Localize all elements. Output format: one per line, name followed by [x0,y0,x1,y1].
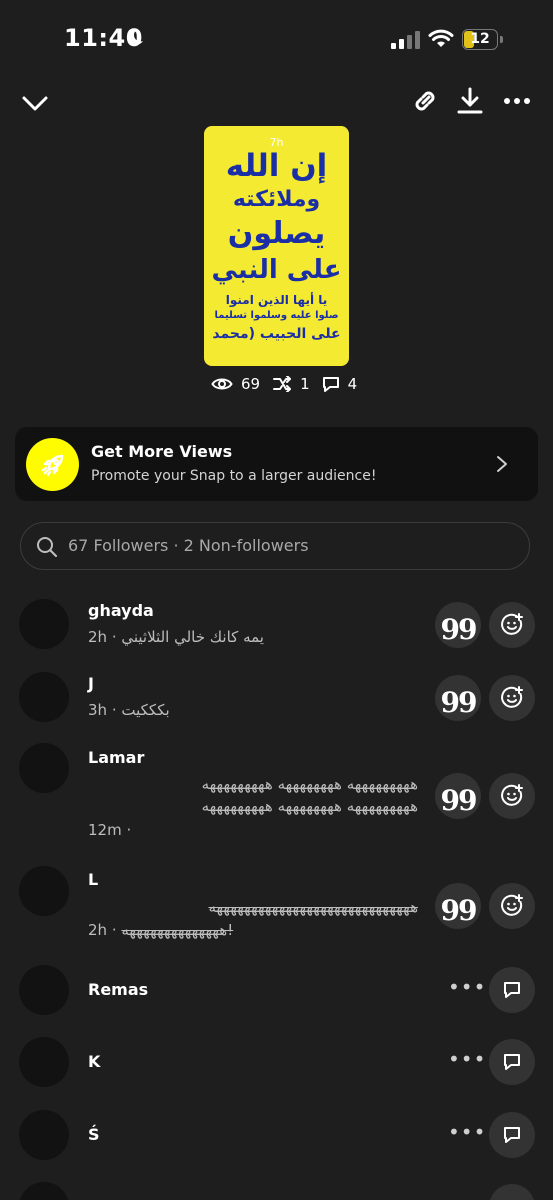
avatar[interactable] [19,965,69,1015]
search-icon [37,537,58,558]
more-options-icon[interactable]: ••• [448,1047,486,1071]
reply-time: 3h [88,701,108,719]
battery-level: 12 [470,31,490,47]
avatar[interactable] [19,599,69,649]
quote-reply-button[interactable]: 99 [435,773,481,819]
link-icon[interactable] [410,86,440,116]
avatar[interactable] [19,1110,69,1160]
chat-icon [322,377,339,392]
reply-time: 12m [88,821,122,839]
share-arrows-icon [273,376,292,392]
reply-time: 2h [88,628,108,646]
chevron-right-icon [497,456,507,472]
story-image-line: وملائكته [232,187,321,212]
viewer-name: Lamar [88,748,145,767]
quote-icon: 99 [440,686,478,719]
viewer-name: Remas [88,980,149,999]
smiley-plus-icon [501,894,523,916]
avatar[interactable] [19,672,69,722]
signal-icon [391,31,420,49]
story-age: 7h [269,136,284,149]
story-image-line: صلوا عليه وسلموا تسليما [214,310,339,321]
chat-button[interactable] [489,967,535,1013]
smiley-plus-icon [501,784,523,806]
viewer-name: ghayda [88,601,154,620]
more-options-icon[interactable] [503,96,531,106]
status-bar: 11:40 12 [0,0,553,80]
viewer-row[interactable]: K ••• [0,1037,553,1087]
wifi-icon [428,29,454,47]
viewer-reply: 3h · بكككيت [88,701,170,719]
quote-reply-button[interactable]: 99 [435,675,481,721]
reply-message: هههههههههه ههههههههه هههههههههه [201,775,418,793]
viewer-reply: 2h · !ههههههههههههههه [88,921,234,939]
story-image-line: إن الله [225,148,328,184]
viewer-row[interactable]: Lamar هههههههههه ههههههههه هههههههههه هه… [0,743,553,843]
viewer-row[interactable]: Remas ••• [0,965,553,1015]
quote-icon: 99 [440,784,478,817]
more-options-icon[interactable]: ••• [448,975,486,999]
promo-subtitle: Promote your Snap to a larger audience! [91,468,377,484]
story-image-line: يصلون [227,216,326,251]
search-label: 67 Followers · 2 Non-followers [68,536,309,555]
viewer-row[interactable]: J 3h · بكككيت 99 [0,668,553,728]
chat-icon [504,1127,520,1143]
smiley-plus-icon [501,686,523,708]
avatar[interactable] [19,1182,69,1200]
replies-count: 4 [347,375,358,393]
avatar[interactable] [19,1037,69,1087]
chat-icon [504,982,520,998]
viewer-row[interactable] [0,1182,553,1200]
reply-message: !ههههههههههههههه [121,921,234,939]
chat-icon [504,1054,520,1070]
avatar[interactable] [19,866,69,916]
viewer-row[interactable]: Ś ••• [0,1110,553,1160]
add-reaction-button[interactable] [489,773,535,819]
reply-message: هههههههههه ههههههههه هههههههههه [201,797,418,815]
quote-reply-button[interactable]: 99 [435,883,481,929]
avatar[interactable] [19,743,69,793]
chat-button[interactable] [489,1184,535,1200]
story-stats: 69 1 4 [211,373,369,395]
quote-icon: 99 [440,613,478,646]
viewers-search[interactable]: 67 Followers · 2 Non-followers [20,522,530,570]
download-icon[interactable] [456,86,484,116]
viewer-row[interactable]: ghayda 2h · يمه كانك خالي الثلاثيني 99 [0,595,553,655]
story-image-line: يا أيها الذين امنوا [225,293,328,307]
viewer-name: K [88,1052,101,1071]
rocket-icon [26,438,79,491]
viewer-reply: 2h · يمه كانك خالي الثلاثيني [88,628,264,646]
viewer-name: J [88,674,94,693]
viewer-name: L [88,870,99,889]
reply-message: يمه كانك خالي الثلاثيني [121,628,264,646]
add-reaction-button[interactable] [489,602,535,648]
viewer-reply: 12m · [88,821,132,839]
chat-button[interactable] [489,1112,535,1158]
chat-button[interactable] [489,1039,535,1085]
more-options-icon[interactable]: ••• [448,1120,486,1144]
story-image-line: على الحبيب (محمد [212,326,341,342]
story-thumbnail[interactable]: 7h إن الله وملائكته يصلون على النبي يا أ… [204,126,349,366]
moon-icon [128,28,143,45]
add-reaction-button[interactable] [489,883,535,929]
chevron-down-icon[interactable] [22,94,48,112]
battery-icon: 12 [462,29,498,50]
views-count: 69 [241,375,261,393]
smiley-plus-icon [501,613,523,635]
promote-snap-card[interactable]: Get More Views Promote your Snap to a la… [15,427,538,501]
quote-reply-button[interactable]: 99 [435,602,481,648]
reply-time: 2h [88,921,108,939]
reply-message: هههههههههههههههههههههههههههههه [208,898,418,916]
shares-count: 1 [300,375,310,393]
viewer-row[interactable]: L هههههههههههههههههههههههههههههه 2h · !ه… [0,866,553,946]
story-image-line: على النبي [211,255,342,285]
quote-icon: 99 [440,894,478,927]
eye-icon [211,378,233,390]
viewer-name: Ś [88,1125,100,1144]
reply-message: بكككيت [121,701,170,719]
promo-title: Get More Views [91,442,233,461]
add-reaction-button[interactable] [489,675,535,721]
